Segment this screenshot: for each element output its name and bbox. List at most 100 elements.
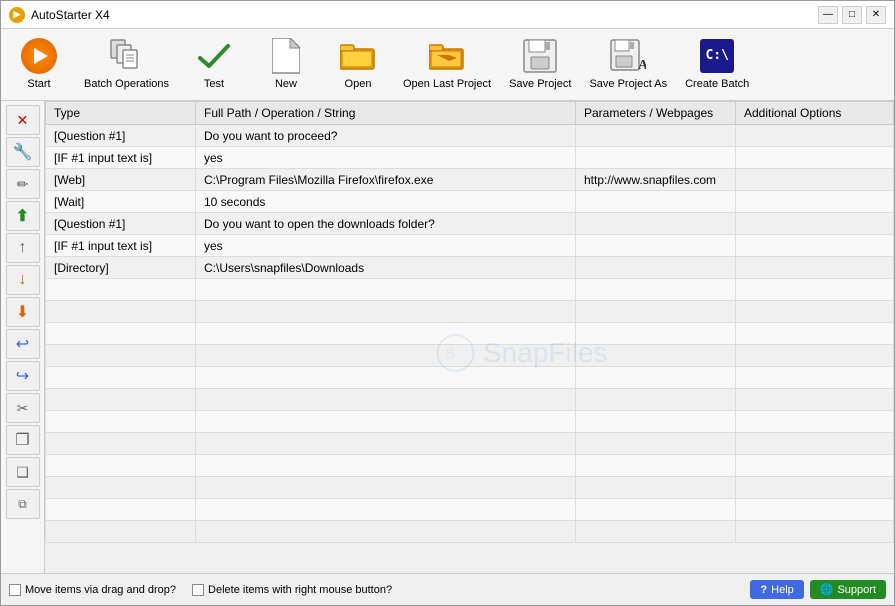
table-row[interactable]: [IF #1 input text is] yes bbox=[46, 235, 894, 257]
save-project-as-icon: A bbox=[610, 39, 646, 73]
status-bar-left: Move items via drag and drop? Delete ite… bbox=[9, 584, 734, 596]
create-batch-label: Create Batch bbox=[685, 78, 749, 91]
save-project-as-label: Save Project As bbox=[589, 78, 667, 91]
toolbar: Start Batch Operations Test bbox=[1, 29, 894, 101]
test-icon-area bbox=[196, 38, 232, 74]
open-label: Open bbox=[345, 78, 372, 91]
svg-text:A: A bbox=[638, 58, 646, 73]
title-bar-controls: — □ ✕ bbox=[818, 6, 886, 24]
empty-row bbox=[46, 521, 894, 543]
cell-options bbox=[736, 257, 894, 279]
empty-row bbox=[46, 477, 894, 499]
duplicate-button[interactable]: ⧉ bbox=[6, 489, 40, 519]
save-project-button[interactable]: Save Project bbox=[500, 33, 580, 96]
empty-row bbox=[46, 455, 894, 477]
new-label: New bbox=[275, 78, 297, 91]
batch-operations-label: Batch Operations bbox=[84, 78, 169, 91]
empty-row bbox=[46, 323, 894, 345]
help-icon: ? bbox=[760, 584, 767, 596]
copy-button[interactable]: ❒ bbox=[6, 425, 40, 455]
main-table-area: S SnapFiles Type Full Path / Operation /… bbox=[45, 101, 894, 573]
cell-type: [IF #1 input text is] bbox=[46, 235, 196, 257]
table-row[interactable]: [Question #1] Do you want to proceed? bbox=[46, 125, 894, 147]
rename-button[interactable]: ✏ bbox=[6, 169, 40, 199]
test-button[interactable]: Test bbox=[178, 33, 250, 96]
drag-drop-checkbox[interactable] bbox=[9, 584, 21, 596]
open-button[interactable]: Open bbox=[322, 33, 394, 96]
cell-type: [Wait] bbox=[46, 191, 196, 213]
start-button[interactable]: Start bbox=[3, 33, 75, 96]
create-batch-icon-area: C:\ bbox=[699, 38, 735, 74]
col-header-params: Parameters / Webpages bbox=[576, 102, 736, 125]
open-last-project-icon bbox=[429, 41, 465, 71]
table-row[interactable]: [Wait] 10 seconds bbox=[46, 191, 894, 213]
support-button[interactable]: 🌐 Support bbox=[810, 580, 886, 599]
cell-params bbox=[576, 191, 736, 213]
cell-options bbox=[736, 147, 894, 169]
start-label: Start bbox=[27, 78, 50, 91]
open-last-project-icon-area bbox=[429, 38, 465, 74]
cell-type: [Directory] bbox=[46, 257, 196, 279]
batch-operations-button[interactable]: Batch Operations bbox=[75, 33, 178, 96]
move-up-button[interactable]: ↑ bbox=[6, 233, 40, 263]
cell-params bbox=[576, 213, 736, 235]
table-row[interactable]: [Question #1] Do you want to open the do… bbox=[46, 213, 894, 235]
right-click-delete-label: Delete items with right mouse button? bbox=[208, 584, 392, 596]
cell-path: 10 seconds bbox=[196, 191, 576, 213]
cell-options bbox=[736, 125, 894, 147]
cell-options bbox=[736, 235, 894, 257]
move-top-button[interactable]: ⬆ bbox=[6, 201, 40, 231]
cell-type: [Question #1] bbox=[46, 125, 196, 147]
save-project-as-button[interactable]: A Save Project As bbox=[580, 33, 676, 96]
cell-options bbox=[736, 213, 894, 235]
cell-params bbox=[576, 147, 736, 169]
app-title: AutoStarter X4 bbox=[31, 8, 110, 22]
empty-row bbox=[46, 279, 894, 301]
save-project-as-icon-area: A bbox=[610, 38, 646, 74]
content-area: ✕ 🔧 ✏ ⬆ ↑ ↓ ⬇ ↩ ↪ ✂ ❒ ❑ ⧉ S SnapFiles Ty… bbox=[1, 101, 894, 573]
cell-options bbox=[736, 169, 894, 191]
cell-options bbox=[736, 191, 894, 213]
cut-button[interactable]: ✂ bbox=[6, 393, 40, 423]
minimize-button[interactable]: — bbox=[818, 6, 838, 24]
open-last-project-button[interactable]: Open Last Project bbox=[394, 33, 500, 96]
sidebar: ✕ 🔧 ✏ ⬆ ↑ ↓ ⬇ ↩ ↪ ✂ ❒ ❑ ⧉ bbox=[1, 101, 45, 573]
status-bar: Move items via drag and drop? Delete ite… bbox=[1, 573, 894, 605]
empty-row bbox=[46, 301, 894, 323]
create-batch-button[interactable]: C:\ Create Batch bbox=[676, 33, 758, 96]
test-icon bbox=[196, 38, 232, 74]
table-row[interactable]: [IF #1 input text is] yes bbox=[46, 147, 894, 169]
cell-params: http://www.snapfiles.com bbox=[576, 169, 736, 191]
new-button[interactable]: New bbox=[250, 33, 322, 96]
cell-path: C:\Program Files\Mozilla Firefox\firefox… bbox=[196, 169, 576, 191]
empty-row bbox=[46, 433, 894, 455]
table-row[interactable]: [Directory] C:\Users\snapfiles\Downloads bbox=[46, 257, 894, 279]
help-button[interactable]: ? Help bbox=[750, 580, 803, 599]
create-batch-icon: C:\ bbox=[700, 39, 734, 73]
col-header-type: Type bbox=[46, 102, 196, 125]
redo-button[interactable]: ↪ bbox=[6, 361, 40, 391]
cell-params bbox=[576, 125, 736, 147]
support-icon: 🌐 bbox=[820, 583, 834, 596]
cell-path: C:\Users\snapfiles\Downloads bbox=[196, 257, 576, 279]
cell-type: [IF #1 input text is] bbox=[46, 147, 196, 169]
move-down-button[interactable]: ↓ bbox=[6, 265, 40, 295]
undo-button[interactable]: ↩ bbox=[6, 329, 40, 359]
cell-type: [Web] bbox=[46, 169, 196, 191]
paste-button[interactable]: ❑ bbox=[6, 457, 40, 487]
right-click-delete-checkbox[interactable] bbox=[192, 584, 204, 596]
save-project-icon bbox=[523, 39, 557, 73]
drag-drop-option: Move items via drag and drop? bbox=[9, 584, 176, 596]
cell-path: Do you want to open the downloads folder… bbox=[196, 213, 576, 235]
test-label: Test bbox=[204, 78, 224, 91]
maximize-button[interactable]: □ bbox=[842, 6, 862, 24]
table-row[interactable]: [Web] C:\Program Files\Mozilla Firefox\f… bbox=[46, 169, 894, 191]
new-document-icon bbox=[272, 38, 300, 74]
delete-button[interactable]: ✕ bbox=[6, 105, 40, 135]
cell-params bbox=[576, 235, 736, 257]
cell-type: [Question #1] bbox=[46, 213, 196, 235]
edit-button[interactable]: 🔧 bbox=[6, 137, 40, 167]
open-icon-area bbox=[340, 38, 376, 74]
move-bottom-button[interactable]: ⬇ bbox=[6, 297, 40, 327]
close-button[interactable]: ✕ bbox=[866, 6, 886, 24]
